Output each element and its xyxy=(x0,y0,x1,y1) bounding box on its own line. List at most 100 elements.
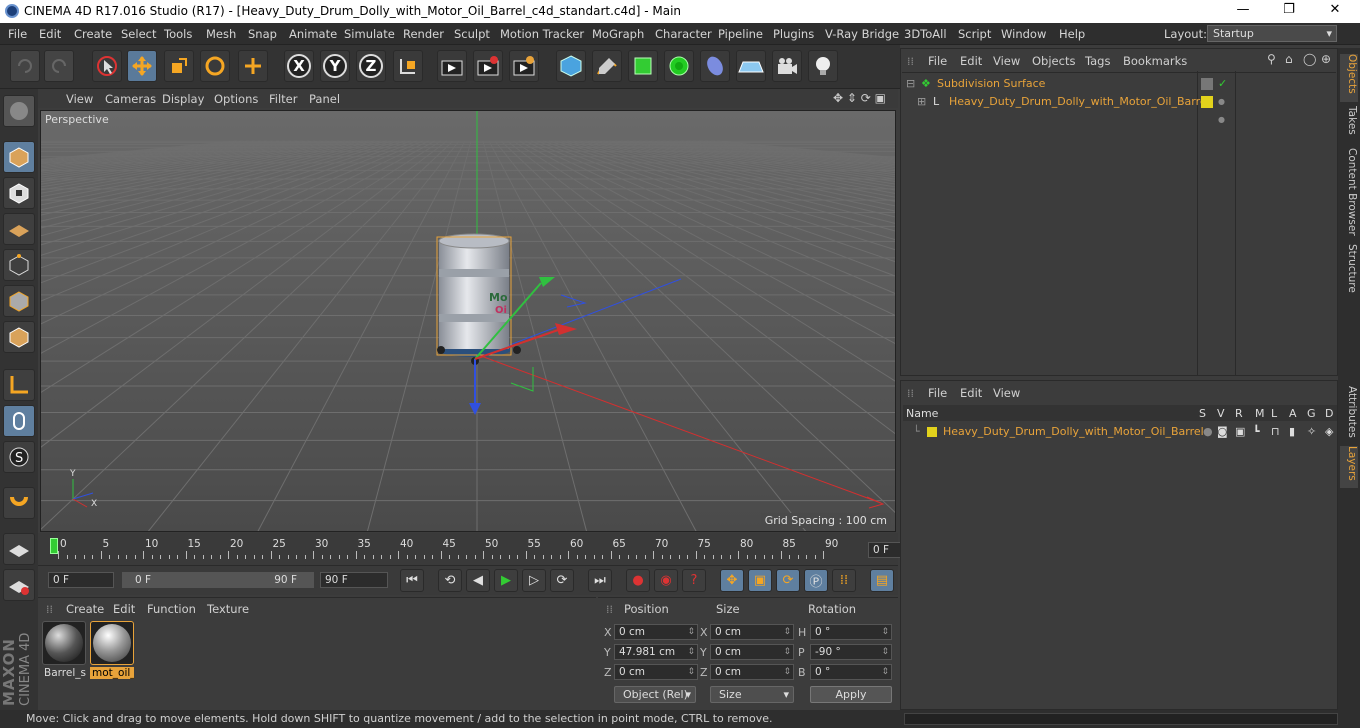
rot-p-field[interactable]: -90 ° xyxy=(810,644,892,660)
preview-range-slider[interactable]: 0 F 90 F xyxy=(122,572,314,588)
menu-character[interactable]: Character xyxy=(655,27,712,41)
rot-b-field[interactable]: 0 ° xyxy=(810,664,892,680)
deformer-icon[interactable] xyxy=(700,50,730,82)
prev-key-icon[interactable]: ⟲ xyxy=(438,569,462,592)
light-icon[interactable] xyxy=(808,50,838,82)
layout-select[interactable]: Startup xyxy=(1207,25,1337,42)
objects-expand-icon[interactable]: ⊕ xyxy=(1321,52,1331,66)
viewport-menu-options[interactable]: Options xyxy=(214,92,258,106)
viewport-menu-panel[interactable]: Panel xyxy=(309,92,340,106)
start-frame-field[interactable]: 0 F xyxy=(48,572,114,588)
visibility-dots-icon[interactable]: ● ● xyxy=(1218,93,1225,129)
objects-menu-edit[interactable]: Edit xyxy=(960,54,982,68)
material-swatch-barrel[interactable] xyxy=(42,621,86,665)
layer-deformer-icon[interactable]: ◈ xyxy=(1325,423,1333,441)
subdivision-surface-icon[interactable] xyxy=(628,50,658,82)
objects-home-icon[interactable]: ⌂ xyxy=(1285,52,1293,66)
locked-workplane-icon[interactable] xyxy=(3,533,35,565)
objects-search-icon[interactable]: ⚲ xyxy=(1267,52,1276,66)
viewport-menu-filter[interactable]: Filter xyxy=(269,92,297,106)
menu-file[interactable]: File xyxy=(8,27,27,41)
col-animation[interactable]: A xyxy=(1289,407,1297,420)
scale-tool-icon[interactable] xyxy=(164,50,194,82)
z-axis-lock-icon[interactable]: Z xyxy=(356,50,386,82)
menu-plugins[interactable]: Plugins xyxy=(773,27,814,41)
record-keys-icon[interactable]: ● xyxy=(626,569,650,592)
rot-h-field[interactable]: 0 ° xyxy=(810,624,892,640)
render-to-picture-viewer-icon[interactable] xyxy=(473,50,503,82)
size-mode-dropdown[interactable]: Size xyxy=(710,686,794,703)
workplane-mode-icon[interactable] xyxy=(3,213,35,245)
tab-objects[interactable]: Objects xyxy=(1340,54,1358,102)
polygons-mode-icon[interactable] xyxy=(3,321,35,353)
auto-keying-icon[interactable]: ◉ xyxy=(654,569,678,592)
make-editable-icon[interactable] xyxy=(3,95,35,127)
prev-frame-icon[interactable]: ◀ xyxy=(466,569,490,592)
y-axis-lock-icon[interactable]: Y xyxy=(320,50,350,82)
undo-icon[interactable] xyxy=(10,50,40,82)
render-settings-icon[interactable] xyxy=(509,50,539,82)
object-row-subdivision[interactable]: ⊟ ❖ Subdivision Surface ✓ xyxy=(903,75,1227,93)
horizontal-scrollbar[interactable] xyxy=(904,713,1338,725)
layer-lock-icon[interactable]: ⊓ xyxy=(1271,423,1280,441)
tab-attributes[interactable]: Attributes xyxy=(1340,386,1358,442)
tweak-mode-icon[interactable] xyxy=(3,405,35,437)
tab-content-browser[interactable]: Content Browser xyxy=(1340,148,1358,236)
cube-primitive-icon[interactable] xyxy=(556,50,586,82)
material-menu-function[interactable]: Function xyxy=(147,602,196,616)
transform-tool-icon[interactable] xyxy=(238,50,268,82)
menu-mograph[interactable]: MoGraph xyxy=(592,27,644,41)
layer-visible-icon[interactable]: ◙ xyxy=(1217,423,1228,441)
viewport-menu-display[interactable]: Display xyxy=(162,92,204,106)
layers-menu-view[interactable]: View xyxy=(993,386,1020,400)
expand-icon[interactable]: ⊞ xyxy=(917,93,926,111)
timeline-window-icon[interactable]: ▤ xyxy=(870,569,894,592)
menu-edit[interactable]: Edit xyxy=(39,27,61,41)
menu-create[interactable]: Create xyxy=(74,27,112,41)
objects-menu-bookmarks[interactable]: Bookmarks xyxy=(1123,54,1187,68)
goto-end-icon[interactable]: ⏭ xyxy=(588,569,612,592)
menu-3dtoall[interactable]: 3DToAll xyxy=(904,27,947,41)
tab-takes[interactable]: Takes xyxy=(1340,106,1358,146)
viewport-menu-cameras[interactable]: Cameras xyxy=(105,92,156,106)
menu-simulate[interactable]: Simulate xyxy=(344,27,395,41)
render-view-icon[interactable] xyxy=(437,50,467,82)
pos-x-field[interactable]: 0 cm xyxy=(614,624,698,640)
objects-menu-tags[interactable]: Tags xyxy=(1085,54,1110,68)
pos-y-field[interactable]: 47.981 cm xyxy=(614,644,698,660)
collapse-icon[interactable]: ⊟ xyxy=(906,75,915,93)
floor-environment-icon[interactable] xyxy=(736,50,766,82)
apply-button[interactable]: Apply xyxy=(810,686,892,703)
material-menu-texture[interactable]: Texture xyxy=(207,602,249,616)
menu-animate[interactable]: Animate xyxy=(289,27,337,41)
keyframe-selection-icon[interactable]: ? xyxy=(682,569,706,592)
menu-motion-tracker[interactable]: Motion Tracker xyxy=(500,27,584,41)
layer-solo-icon[interactable]: ● xyxy=(1203,423,1213,441)
axis-mode-icon[interactable] xyxy=(3,369,35,401)
snap-icon[interactable]: S xyxy=(3,441,35,473)
model-mode-icon[interactable] xyxy=(3,141,35,173)
redo-icon[interactable] xyxy=(44,50,74,82)
close-button[interactable]: ✕ xyxy=(1312,2,1358,21)
object-row-drum-dolly[interactable]: ⊞ L Heavy_Duty_Drum_Dolly_with_Motor_Oil… xyxy=(903,93,1225,124)
menu-select[interactable]: Select xyxy=(121,27,156,41)
menu-script[interactable]: Script xyxy=(958,27,991,41)
edges-mode-icon[interactable] xyxy=(3,285,35,317)
menu-tools[interactable]: Tools xyxy=(164,27,192,41)
size-z-field[interactable]: 0 cm xyxy=(710,664,794,680)
viewport-nav-icons[interactable]: ✥ ⇕ ⟳ ▣ xyxy=(833,91,886,105)
size-x-field[interactable]: 0 cm xyxy=(710,624,794,640)
tab-layers[interactable]: Layers xyxy=(1340,446,1358,488)
col-manager[interactable]: M xyxy=(1255,407,1265,420)
menu-help[interactable]: Help xyxy=(1059,27,1085,41)
objects-back-icon[interactable]: ◯ xyxy=(1303,52,1316,66)
layer-row[interactable]: └ Heavy_Duty_Drum_Dolly_with_Motor_Oil_B… xyxy=(903,423,1335,441)
next-key-icon[interactable]: ⟳ xyxy=(550,569,574,592)
coordinate-mode-dropdown[interactable]: Object (Rel) xyxy=(614,686,696,703)
key-rotation-icon[interactable]: ⟳ xyxy=(776,569,800,592)
key-parameter-icon[interactable]: Ⓟ xyxy=(804,569,828,592)
key-position-icon[interactable]: ✥ xyxy=(720,569,744,592)
tab-structure[interactable]: Structure xyxy=(1340,244,1358,298)
cloner-mograph-icon[interactable] xyxy=(664,50,694,82)
magnet-icon[interactable] xyxy=(3,487,35,519)
